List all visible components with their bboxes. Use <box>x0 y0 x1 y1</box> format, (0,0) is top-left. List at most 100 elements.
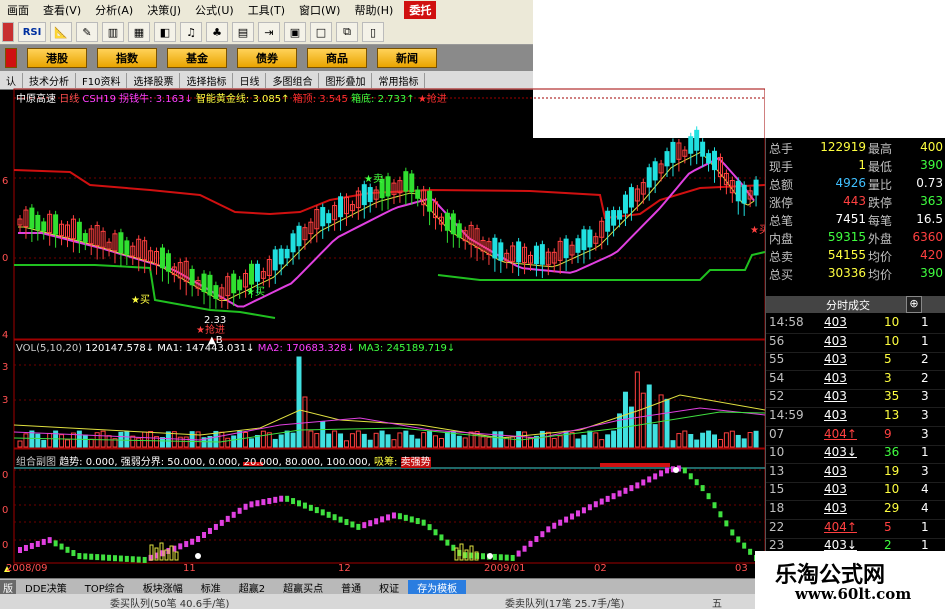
tab-normal[interactable]: 普通 <box>332 580 370 595</box>
tab-dde[interactable]: DDE决策 <box>16 580 76 595</box>
tab-standard[interactable]: 标准 <box>192 580 230 595</box>
indicator-bar <box>178 543 183 550</box>
vol-ma2: MA2: 170683.328↓ <box>257 343 355 354</box>
indicator-bar <box>196 536 201 543</box>
tick-price: 403 <box>824 501 847 515</box>
indicator-bar <box>255 500 260 507</box>
candle-body <box>278 248 284 265</box>
quote-row: 内盘 59315 外盘 6360 <box>766 230 945 248</box>
sell-mark: ★卖 <box>364 173 383 185</box>
candle-body <box>249 263 255 285</box>
volume-bar <box>652 424 658 448</box>
candle-body <box>124 240 130 255</box>
indicator-name: 组合副图 <box>16 457 56 468</box>
volume-bar <box>735 434 741 448</box>
tick-count: 3 <box>921 426 929 441</box>
indicator-bar <box>296 500 301 507</box>
tick-price: 404↑ <box>824 426 857 441</box>
chart-canvas[interactable]: ★卖★买★买2.33★抢进▲B★买 <box>0 0 765 578</box>
box-bottom-label: 箱底: <box>351 94 375 105</box>
quote-value: 30336 <box>827 266 866 280</box>
quote-label: 量比 <box>868 178 893 192</box>
tick-count: 2 <box>921 370 929 385</box>
quote-value: 6360 <box>912 230 943 244</box>
status-five: 五 <box>712 599 722 610</box>
indicator-bar <box>504 554 509 561</box>
volume-bar <box>278 434 284 448</box>
indicator-bar <box>599 498 604 505</box>
volume-bar <box>403 430 409 448</box>
indicator-bar <box>374 518 379 525</box>
indicator-bar <box>160 550 165 557</box>
watermark-url: www.60lt.com <box>795 585 912 603</box>
indicator-bar <box>29 542 34 549</box>
tick-row: 14:59 403 13 3 <box>766 408 945 427</box>
indicator-bar <box>653 473 658 480</box>
buy-mark: ★买 <box>246 286 265 298</box>
volume-bar <box>498 431 504 448</box>
volume-bar <box>391 439 397 448</box>
indicator-bar <box>53 540 58 547</box>
candle-body <box>231 273 237 294</box>
candle-body <box>361 184 367 206</box>
tick-tab-toggle-icon[interactable]: ⊕ <box>906 296 922 313</box>
tick-count: 4 <box>921 482 929 497</box>
tick-volume: 35 <box>884 389 900 404</box>
volume-bar <box>581 434 587 448</box>
formula-label: CSH19 <box>82 94 116 105</box>
volume-bar <box>243 432 249 448</box>
candle-body <box>492 237 498 259</box>
box-top-value: 3.545 <box>319 94 348 105</box>
candle-body <box>415 189 421 199</box>
tab-sector[interactable]: 板块涨幅 <box>134 580 192 595</box>
volume-bar <box>599 439 605 448</box>
volume-bar <box>302 396 308 448</box>
tab-warrant[interactable]: 权证 <box>370 580 408 595</box>
volume-bar <box>688 434 694 448</box>
signal-dot <box>673 467 679 473</box>
volume-bar <box>700 432 706 448</box>
indicator-bar <box>47 537 52 544</box>
indicator-bar <box>540 531 545 538</box>
tab-top[interactable]: TOP综合 <box>76 580 134 595</box>
tab-chaoying-buy[interactable]: 超赢买点 <box>274 580 332 595</box>
indicator-bar <box>18 547 22 553</box>
candle-body <box>189 268 195 286</box>
vol-label: VOL(5,10,20) <box>16 343 83 354</box>
tick-tab[interactable]: 分时成交 ⊕ <box>766 296 945 313</box>
main-chart-info: 中原高速 日线 CSH19 拐钱牛: 3.163↓ 智能黄金线: 3.085↑ … <box>16 90 447 105</box>
volume-bar <box>563 430 569 448</box>
tick-volume: 5 <box>884 352 892 367</box>
candle-body <box>213 285 219 299</box>
candle-body <box>367 187 373 203</box>
indicator-bar <box>35 540 40 547</box>
tick-row: 10 403↓ 36 1 <box>766 445 945 465</box>
indicator-bar <box>694 479 699 486</box>
quote-value: 59315 <box>827 230 866 244</box>
indicator-bar <box>421 519 426 526</box>
tab-layout[interactable]: 版 <box>0 579 16 595</box>
volume-bar <box>617 413 623 448</box>
indicator-bar <box>641 479 646 486</box>
indicator-bar <box>225 515 230 522</box>
quote-label: 总卖 <box>769 250 794 264</box>
tick-volume: 5 <box>884 519 892 534</box>
volume-bar <box>486 436 492 448</box>
indicator-bar <box>730 529 735 536</box>
indicator-bar <box>659 470 664 477</box>
tick-volume: 9 <box>884 426 892 441</box>
tab-save-template[interactable]: 存为模板 <box>408 579 467 595</box>
tab-chaoying2[interactable]: 超赢2 <box>230 580 274 595</box>
indicator-bar <box>219 519 224 526</box>
tick-volume: 36 <box>884 445 900 460</box>
indicator-bar <box>350 521 355 528</box>
indicator-bar <box>118 555 123 562</box>
volume-bar <box>225 437 231 448</box>
quote-label: 每笔 <box>868 214 893 228</box>
candle-body <box>296 225 302 247</box>
indicator-bar <box>65 546 70 553</box>
volume-bar <box>427 430 433 448</box>
candle-body <box>338 196 344 218</box>
tick-time: 14:58 <box>769 315 804 329</box>
volume-bar <box>415 438 421 448</box>
